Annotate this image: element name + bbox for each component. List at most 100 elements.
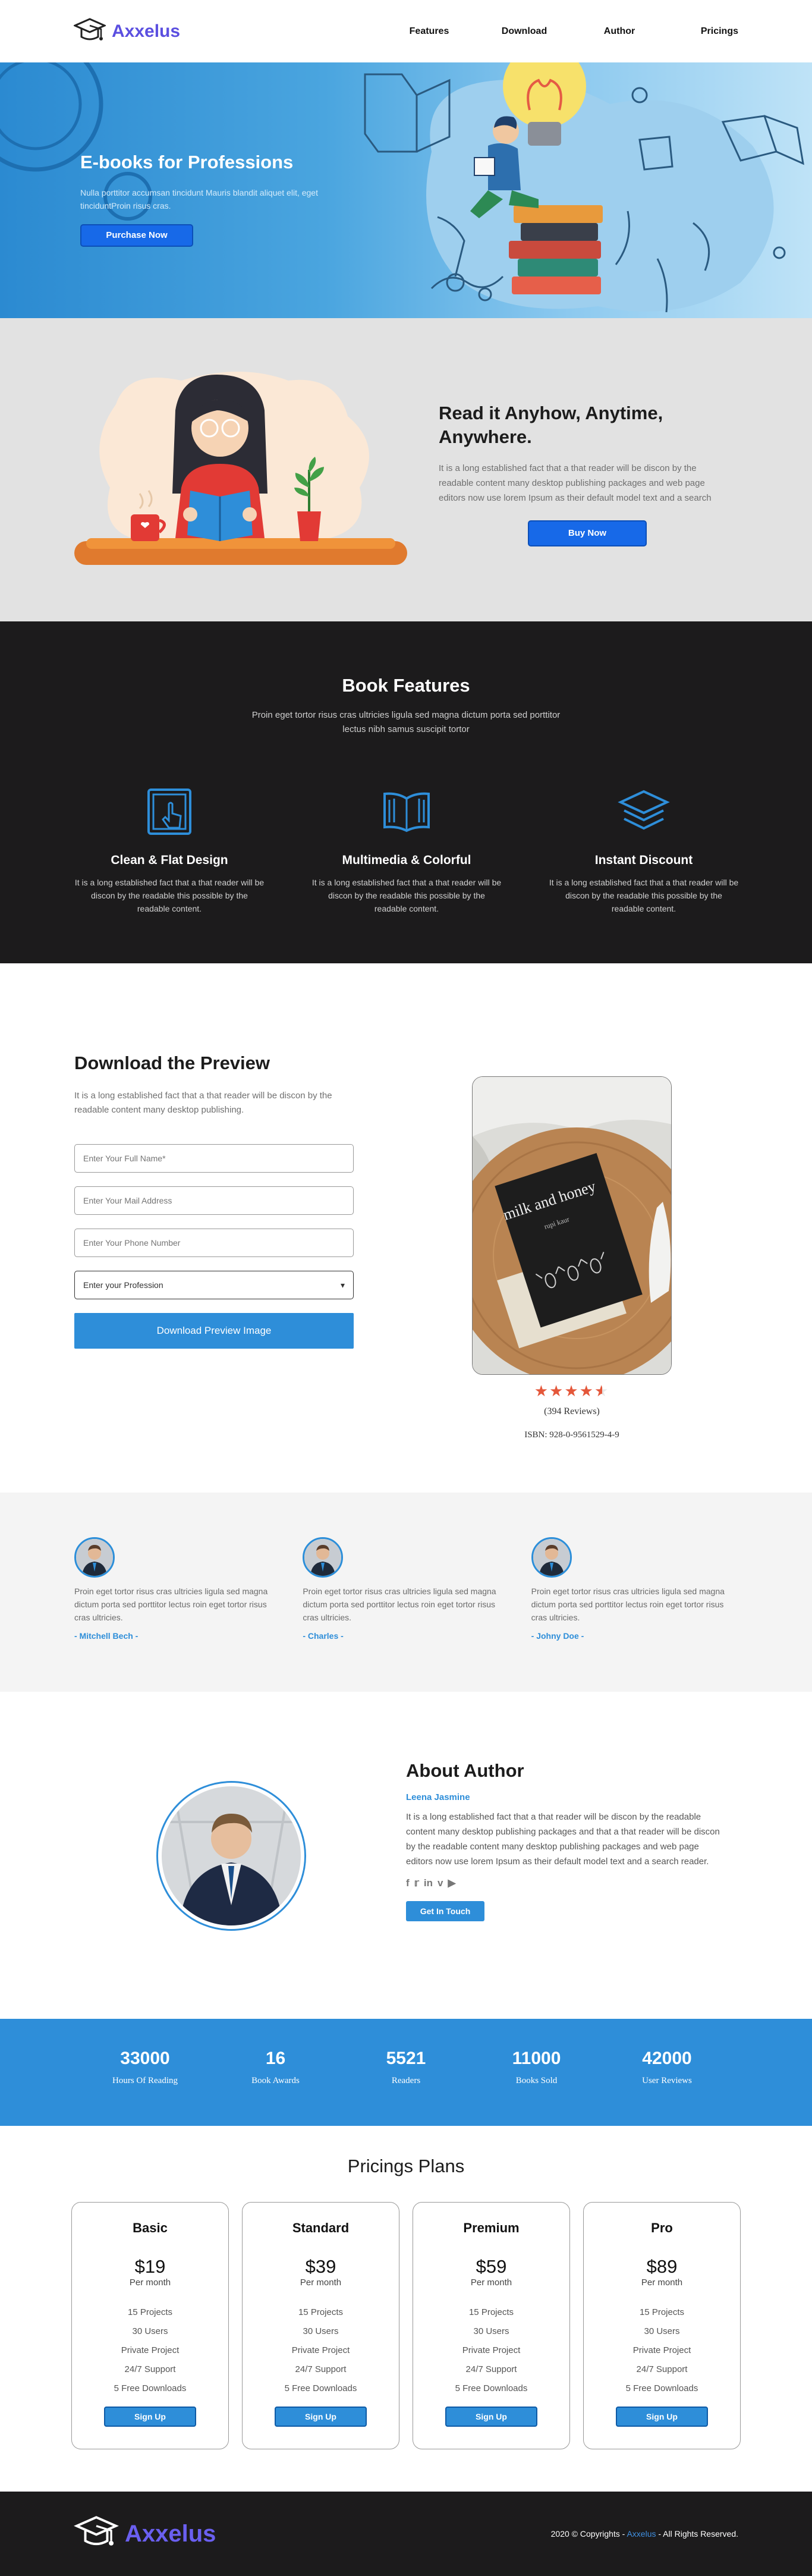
rating-stars: ★★★★★★: [472, 1382, 672, 1400]
menu-item-author[interactable]: Author: [572, 26, 667, 37]
about-author-section: About Author Leena Jasmine It is a long …: [0, 1692, 812, 2019]
vimeo-icon[interactable]: v: [438, 1877, 443, 1889]
avatar: [303, 1537, 344, 1578]
download-preview-section: Download the Preview It is a long establ…: [0, 963, 812, 1493]
plan-feature: 5 Free Downloads: [114, 2383, 187, 2393]
logo[interactable]: Axxelus: [74, 17, 180, 46]
twitter-icon[interactable]: 𝕣: [414, 1877, 419, 1889]
testimonial-text: Proin eget tortor risus cras ultricies l…: [531, 1587, 725, 1622]
reading-girl-illustration: [74, 372, 407, 565]
hero-section: E-books for Professions Nulla porttitor …: [0, 62, 812, 318]
author-name: Leena Jasmine: [406, 1792, 470, 1802]
feature-card: Instant Discount It is a long establishe…: [549, 782, 739, 915]
pricing-card-pro: Pro $89 Per month 15 Projects 30 Users P…: [583, 2202, 741, 2449]
copyright-brand-link[interactable]: Axxelus: [627, 2529, 656, 2539]
phone-field[interactable]: [74, 1229, 354, 1257]
plan-feature: Private Project: [462, 2345, 521, 2355]
plan-name: Premium: [463, 2220, 520, 2235]
open-book-icon: [383, 792, 430, 833]
footer: Axxelus 2020 © Copyrights - Axxelus - Al…: [0, 2492, 812, 2576]
hero-title: E-books for Professions: [80, 152, 294, 172]
plan-feature: 24/7 Support: [124, 2364, 176, 2374]
pricing-card-premium: Premium $59 Per month 15 Projects 30 Use…: [413, 2202, 570, 2449]
full-name-field[interactable]: [74, 1144, 354, 1173]
stat-number: 11000: [512, 2049, 561, 2068]
stat-number: 33000: [120, 2049, 170, 2068]
feature-title: Instant Discount: [594, 853, 693, 867]
stat-item: 5521 Readers: [353, 2049, 459, 2086]
stats-section: 33000 Hours Of Reading 16 Book Awards 5521…: [0, 2019, 812, 2126]
plan-name: Standard: [292, 2220, 350, 2235]
plan-feature: 5 Free Downloads: [455, 2383, 528, 2393]
plan-feature: 30 Users: [473, 2326, 509, 2336]
features-subtitle: Proin eget tortor risus cras ultricies l…: [251, 710, 561, 734]
youtube-icon[interactable]: ▶: [448, 1877, 455, 1889]
plan-period: Per month: [641, 2277, 683, 2288]
testimonial-author: - Charles -: [303, 1631, 344, 1641]
pricing-section: Pricings Plans Basic $19 Per month 15 Pr…: [0, 2126, 812, 2492]
hero-text: Nulla porttitor accumsan tincidunt Mauri…: [80, 188, 318, 211]
plan-feature: 15 Projects: [468, 2307, 514, 2317]
facebook-icon[interactable]: f: [406, 1877, 410, 1889]
purchase-now-button[interactable]: Purchase Now: [80, 224, 193, 247]
main-menu: Features Download Author Pricings: [382, 26, 738, 37]
hero-reading-illustration: [364, 62, 804, 313]
sign-up-button[interactable]: Sign Up: [275, 2407, 367, 2427]
menu-item-download[interactable]: Download: [477, 26, 572, 37]
plan-period: Per month: [300, 2277, 342, 2288]
about-title: About Author: [406, 1760, 524, 1781]
isbn-text: ISBN: 928-0-9561529-4-9: [524, 1430, 619, 1440]
plan-price: $89: [646, 2256, 678, 2277]
stat-item: 16 Book Awards: [222, 2049, 329, 2086]
about-text: It is a long established fact that a tha…: [406, 1812, 720, 1867]
linkedin-icon[interactable]: in: [424, 1877, 433, 1889]
plan-feature: 15 Projects: [127, 2307, 173, 2317]
stat-item: 11000 Books Sold: [483, 2049, 590, 2086]
plan-feature: 30 Users: [644, 2326, 680, 2336]
download-preview-button[interactable]: Download Preview Image: [74, 1313, 354, 1349]
footer-brand-name: Axxelus: [125, 2520, 216, 2547]
menu-item-features[interactable]: Features: [382, 26, 477, 37]
profession-select[interactable]: Enter your Profession ▾: [74, 1271, 354, 1299]
preview-text: It is a long established fact that a tha…: [74, 1091, 332, 1115]
stat-item: 42000 User Reviews: [613, 2049, 720, 2086]
top-navbar: Axxelus Features Download Author Pricing…: [0, 0, 812, 62]
star-icon: ★: [549, 1382, 565, 1400]
plan-feature: 24/7 Support: [636, 2364, 688, 2374]
plan-name: Pro: [651, 2220, 673, 2235]
sign-up-button[interactable]: Sign Up: [445, 2407, 537, 2427]
chevron-down-icon: ▾: [340, 1280, 345, 1290]
graduation-cap-icon: [74, 2516, 119, 2546]
brand-name: Axxelus: [112, 21, 181, 41]
plan-feature: Private Project: [632, 2345, 691, 2355]
stat-label: User Reviews: [642, 2076, 692, 2085]
read-text: It is a long established fact that a tha…: [439, 463, 712, 503]
plan-price: $59: [476, 2256, 507, 2277]
plan-feature: 15 Projects: [639, 2307, 685, 2317]
feature-title: Clean & Flat Design: [111, 853, 228, 867]
testimonial-author: - Johny Doe -: [531, 1631, 584, 1641]
plan-name: Basic: [133, 2220, 168, 2235]
book-preview-image: milk and honey rupi kaur: [472, 1076, 672, 1375]
half-star-icon: ★★: [594, 1382, 610, 1400]
star-icon: ★: [579, 1382, 594, 1400]
buy-now-button[interactable]: Buy Now: [528, 520, 647, 546]
menu-item-pricings[interactable]: Pricings: [667, 26, 738, 37]
testimonial-text: Proin eget tortor risus cras ultricies l…: [303, 1587, 496, 1622]
sign-up-button[interactable]: Sign Up: [104, 2407, 196, 2427]
review-count: (394 Reviews): [544, 1406, 600, 1416]
feature-text: It is a long established fact that a tha…: [311, 878, 502, 913]
feature-text: It is a long established fact that a tha…: [74, 878, 265, 913]
profession-select-value: Enter your Profession: [83, 1280, 163, 1290]
get-in-touch-button[interactable]: Get In Touch: [406, 1901, 484, 1921]
stat-label: Books Sold: [515, 2076, 558, 2085]
testimonial-card: Proin eget tortor risus cras ultricies l…: [74, 1537, 282, 1641]
plan-price: $19: [134, 2256, 166, 2277]
social-links: f 𝕣 in v ▶: [406, 1877, 727, 1889]
footer-logo[interactable]: Axxelus: [74, 2514, 216, 2553]
plan-feature: 5 Free Downloads: [284, 2383, 357, 2393]
email-field[interactable]: [74, 1186, 354, 1215]
star-icon: ★: [564, 1382, 580, 1400]
sign-up-button[interactable]: Sign Up: [616, 2407, 708, 2427]
graduation-cap-icon: [74, 17, 106, 40]
